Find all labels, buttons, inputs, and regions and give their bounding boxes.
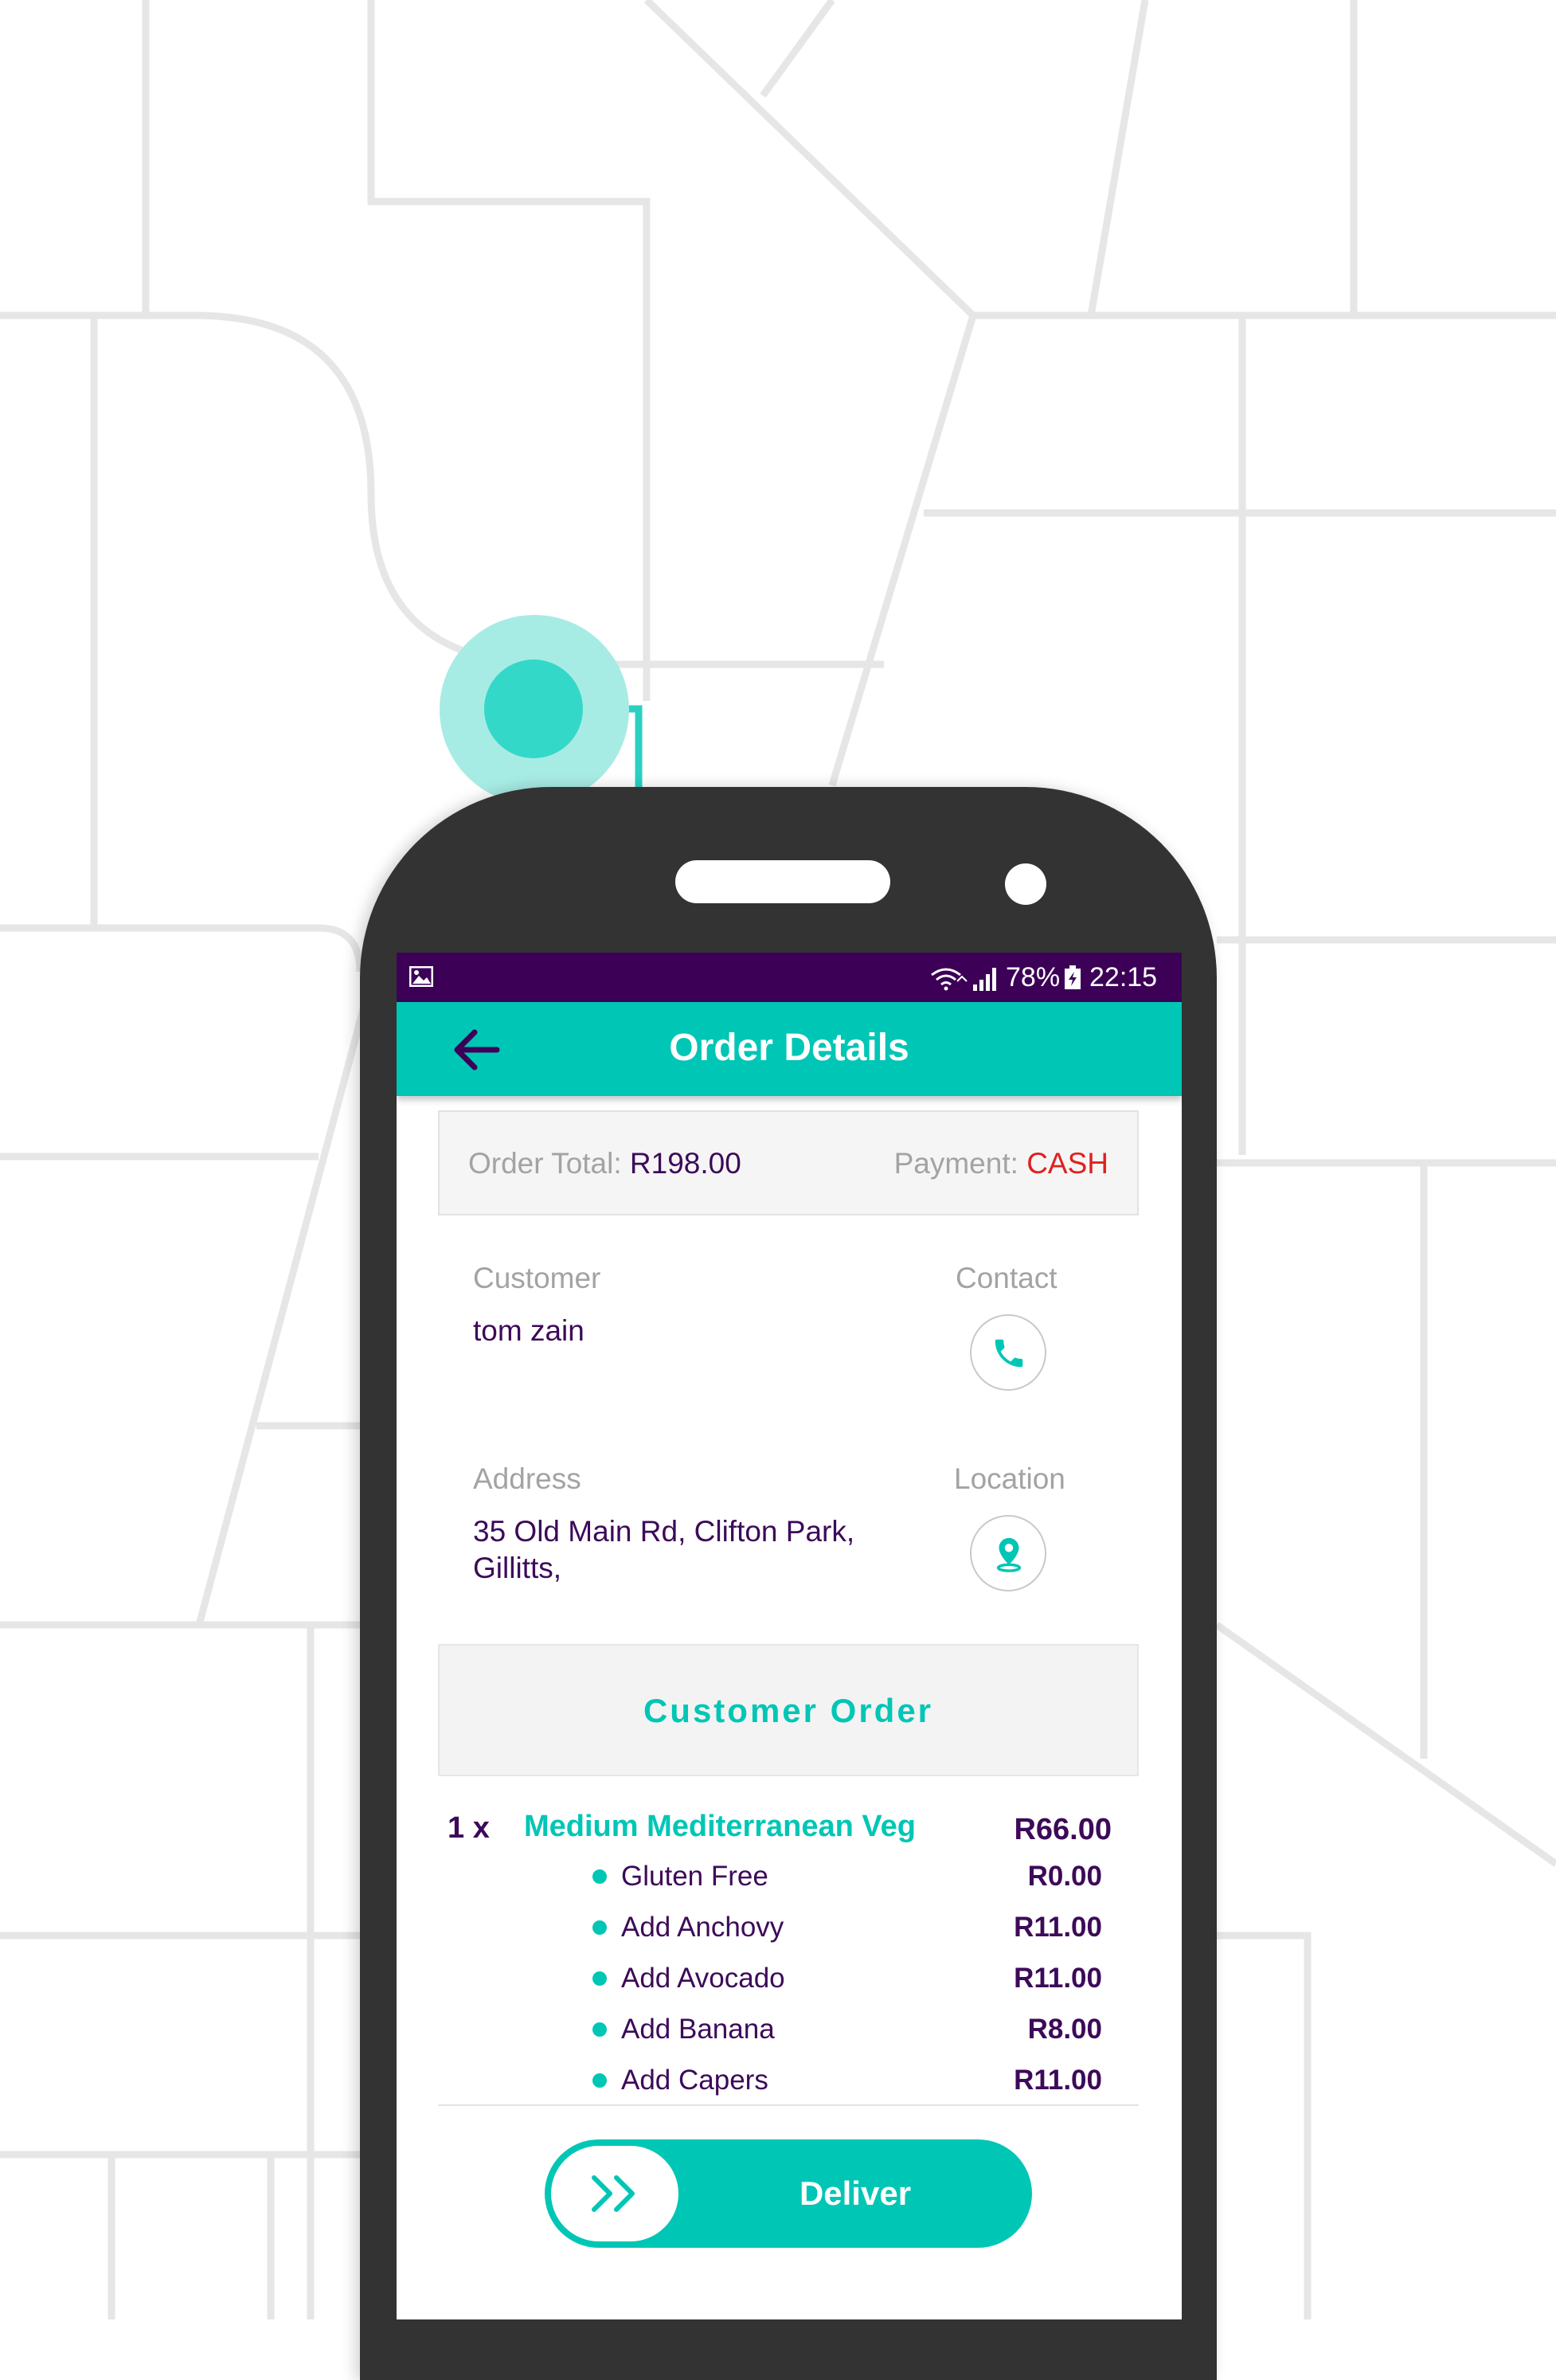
bullet-icon [592,2022,607,2037]
location-label: Location [954,1462,1065,1495]
slide-handle[interactable] [551,2146,678,2241]
wifi-signal-icon [931,968,996,991]
payment-method: Payment: CASH [894,1147,1108,1180]
customer-order-title: Customer Order [643,1692,934,1729]
addon-price: R11.00 [1014,2065,1102,2096]
addon-row: Add Capers R11.00 [397,2060,1182,2104]
addon-name: Add Anchovy [621,1912,784,1943]
phone-speaker [675,860,890,903]
addon-row: Gluten Free R0.00 [397,1856,1182,1900]
location-pin-icon [996,1537,1022,1572]
call-button[interactable] [970,1314,1046,1391]
customer-name: tom zain [473,1314,584,1347]
app-bar: Order Details [397,1002,1182,1096]
phone-icon [995,1339,1023,1368]
bullet-icon [592,1971,607,1986]
addon-row: Add Banana R8.00 [397,2009,1182,2053]
gallery-notification-icon [409,966,433,987]
addon-name: Add Avocado [621,1963,785,1994]
addon-name: Gluten Free [621,1861,768,1892]
order-total: Order Total: R198.00 [468,1147,741,1180]
bullet-icon [592,1920,607,1935]
customer-order-header: Customer Order [438,1644,1139,1776]
addon-row: Add Avocado R11.00 [397,1958,1182,2002]
deliver-slide-button[interactable]: Deliver [545,2139,1032,2248]
location-button[interactable] [970,1515,1046,1591]
address-line-2: Gillitts, [473,1552,561,1584]
addon-price: R11.00 [1014,1912,1102,1943]
addon-row: Add Anchovy R11.00 [397,1907,1182,1951]
battery-percent: 78% [1006,962,1061,992]
item-quantity: 1 x [448,1811,490,1845]
addon-price: R11.00 [1014,1963,1102,1994]
addon-name: Add Capers [621,2065,768,2096]
phone-screen: 78% 22:15 Order Details Order Total: R19… [397,953,1182,2319]
status-time: 22:15 [1089,962,1158,992]
bullet-icon [592,2073,607,2088]
addon-name: Add Banana [621,2014,775,2045]
order-summary: Order Total: R198.00 Payment: CASH [438,1110,1139,1215]
address-label: Address [473,1462,581,1495]
double-chevron-right-icon [592,2175,635,2212]
deliver-label: Deliver [799,2174,912,2212]
location-marker [484,660,583,758]
address-line-1: 35 Old Main Rd, Clifton Park, [473,1515,855,1548]
battery-charging-icon [1065,965,1081,989]
payment-label: Payment: [893,1147,1018,1180]
addon-price: R0.00 [1027,1861,1102,1892]
phone-camera [1005,863,1046,905]
contact-label: Contact [956,1262,1058,1294]
order-total-value: R198.00 [629,1147,741,1180]
order-total-label: Order Total: [468,1147,622,1180]
item-name: Medium Mediterranean Veg [524,1810,917,1843]
status-bar: 78% 22:15 [397,953,1182,1002]
page-title: Order Details [669,1027,909,1069]
item-price: R66.00 [1014,1813,1112,1846]
bullet-icon [592,1869,607,1884]
payment-value: CASH [1026,1147,1108,1180]
addon-price: R8.00 [1027,2014,1102,2045]
divider [438,2104,1139,2106]
customer-label: Customer [473,1262,601,1294]
